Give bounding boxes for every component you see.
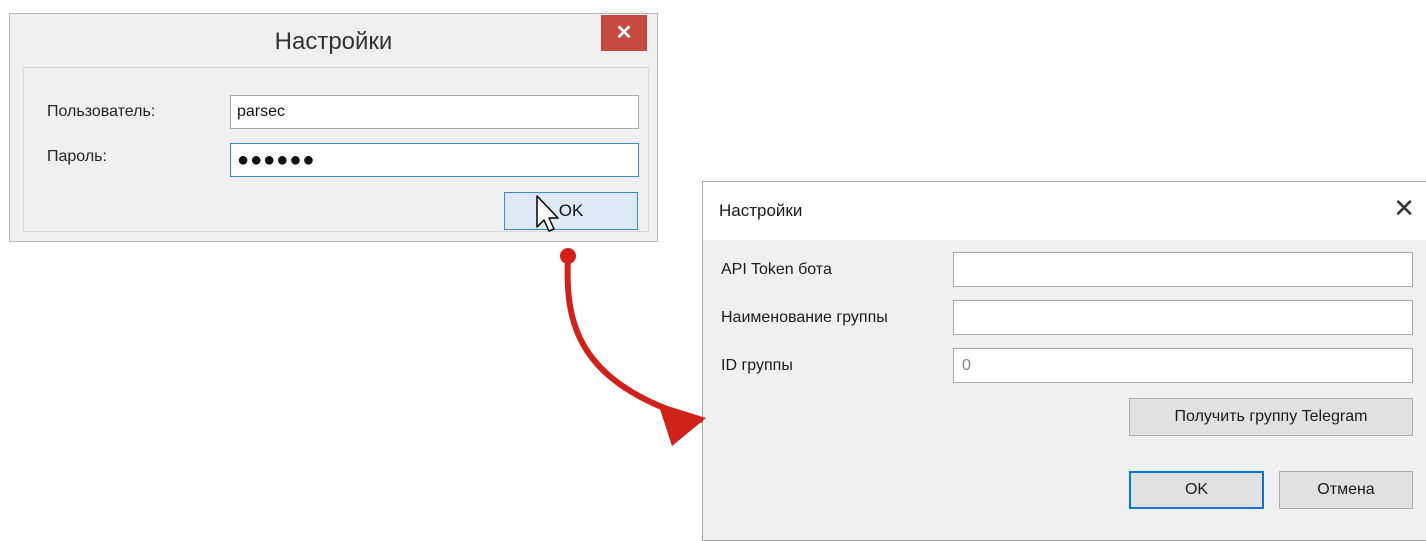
close-icon[interactable]: ✕ (1393, 196, 1415, 222)
token-label: API Token бота (721, 261, 832, 278)
group-id-label: ID группы (721, 357, 793, 374)
red-arrow-icon (560, 248, 706, 446)
settings-dialog-title: Настройки (719, 201, 803, 220)
password-field[interactable]: ●●●●●● (230, 143, 639, 177)
group-name-label: Наименование группы (721, 309, 888, 326)
ok-button[interactable]: OK (504, 192, 638, 230)
ok-button[interactable]: OK (1129, 471, 1264, 509)
settings-dialog-titlebar: Настройки ✕ (703, 182, 1426, 240)
user-label: Пользователь: (47, 103, 156, 120)
get-telegram-group-button[interactable]: Получить группу Telegram (1129, 398, 1413, 436)
login-dialog-title: Настройки (274, 28, 393, 55)
user-field[interactable]: parsec (230, 95, 639, 129)
login-settings-dialog: Настройки ✕ Пользователь: parsec Пароль:… (9, 13, 658, 242)
group-id-field[interactable]: 0 (953, 348, 1413, 383)
telegram-settings-dialog: Настройки ✕ API Token бота Наименование … (702, 181, 1426, 541)
close-icon[interactable]: ✕ (601, 15, 647, 51)
group-name-field[interactable] (953, 300, 1413, 335)
cancel-button[interactable]: Отмена (1279, 471, 1413, 509)
token-field[interactable] (953, 252, 1413, 287)
password-label: Пароль: (47, 148, 107, 165)
login-dialog-titlebar: Настройки ✕ (10, 14, 657, 73)
login-dialog-body: Пользователь: parsec Пароль: ●●●●●● OK (23, 67, 649, 232)
